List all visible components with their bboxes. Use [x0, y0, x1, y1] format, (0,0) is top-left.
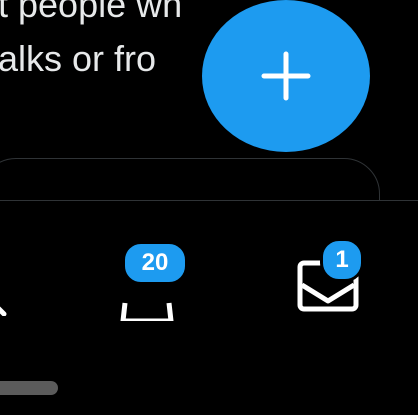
tab-messages[interactable]: 1	[288, 238, 368, 321]
home-indicator	[0, 381, 58, 395]
search-icon	[0, 306, 7, 317]
bottom-tab-bar: 20 1	[0, 200, 418, 415]
plus-icon	[261, 51, 311, 101]
tab-search[interactable]	[0, 276, 12, 317]
notifications-badge: 20	[122, 241, 188, 285]
messages-badge: 1	[320, 238, 364, 282]
compose-button[interactable]	[202, 0, 370, 152]
app-screen: t people wh alks or fro 20 1	[0, 0, 418, 415]
tweet-text-line-1: t people wh	[0, 0, 183, 25]
tab-notifications[interactable]: 20	[110, 241, 188, 321]
